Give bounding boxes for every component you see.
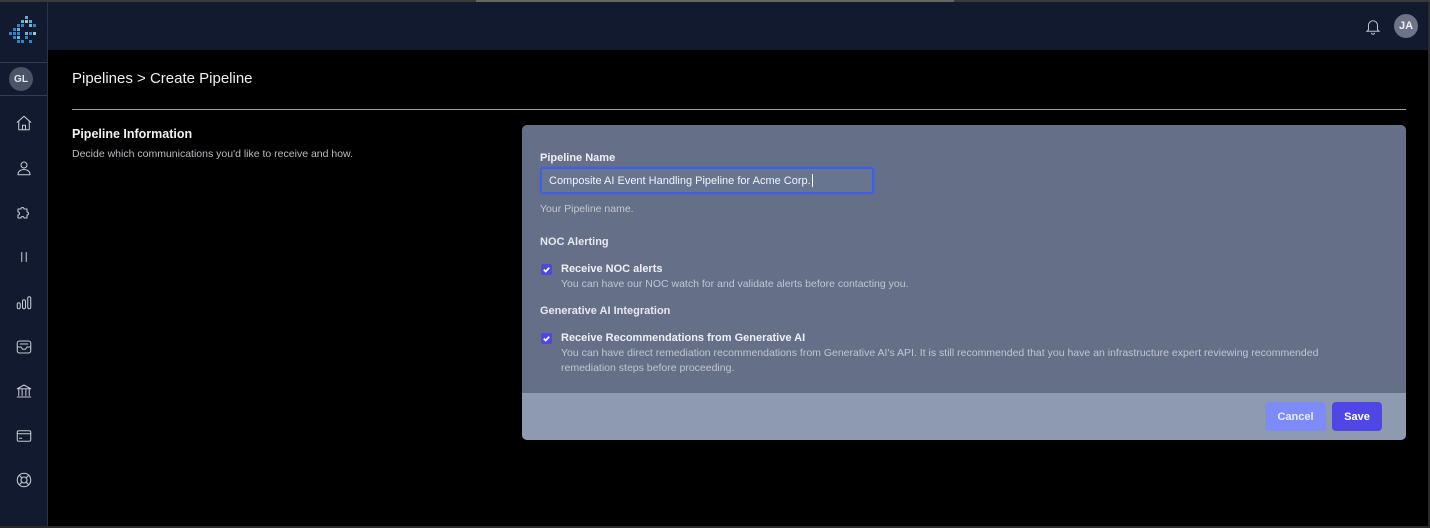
sidebar-item-support[interactable] xyxy=(12,468,36,492)
cancel-button[interactable]: Cancel xyxy=(1265,402,1326,431)
sidebar-item-inbox[interactable] xyxy=(12,335,36,359)
credit-card-icon xyxy=(16,430,32,442)
noc-alerting-heading: NOC Alerting xyxy=(540,236,609,248)
sidebar-item-integrations[interactable] xyxy=(12,200,36,224)
pipeline-name-input[interactable]: Composite AI Event Handling Pipeline for… xyxy=(540,167,874,194)
pipeline-name-value: Composite AI Event Handling Pipeline for… xyxy=(549,174,811,187)
lifebuoy-icon xyxy=(16,472,32,488)
noc-alerts-checkbox[interactable] xyxy=(541,264,552,275)
bank-icon xyxy=(16,384,32,398)
breadcrumb: Pipelines > Create Pipeline xyxy=(72,70,253,87)
org-avatar[interactable]: GL xyxy=(9,67,33,91)
genai-description-line1: You can have direct remediation recommen… xyxy=(561,347,1319,359)
puzzle-icon xyxy=(17,207,29,219)
bell-icon xyxy=(1365,20,1381,35)
checkmark-icon xyxy=(543,336,550,342)
genai-recommendations-label[interactable]: Receive Recommendations from Generative … xyxy=(561,332,805,344)
checkmark-icon xyxy=(543,267,550,273)
top-bar: JA xyxy=(48,2,1430,50)
user-avatar[interactable]: JA xyxy=(1394,14,1418,38)
pause-bars-icon xyxy=(21,251,27,263)
sidebar-divider xyxy=(0,62,47,63)
genai-description-line2: remediation steps before proceeding. xyxy=(561,362,735,374)
bar-chart-icon xyxy=(16,296,32,310)
noc-alerts-label[interactable]: Receive NOC alerts xyxy=(561,263,663,275)
section-description: Decide which communications you'd like t… xyxy=(72,148,353,160)
inbox-icon xyxy=(16,340,32,354)
sidebar-item-analytics[interactable] xyxy=(12,290,36,314)
window-tab-highlight xyxy=(476,0,954,2)
form-body: Pipeline Name Composite AI Event Handlin… xyxy=(522,125,1406,393)
notifications-button[interactable] xyxy=(1364,17,1382,35)
pipeline-name-hint: Your Pipeline name. xyxy=(540,203,634,215)
sidebar-item-home[interactable] xyxy=(12,111,36,135)
pipeline-name-label: Pipeline Name xyxy=(540,152,616,164)
pixel-logo-icon[interactable] xyxy=(7,14,41,48)
pipeline-form-card: Pipeline Name Composite AI Event Handlin… xyxy=(522,125,1406,440)
sidebar-item-users[interactable] xyxy=(12,156,36,180)
sidebar: GL xyxy=(0,0,48,528)
sidebar-divider xyxy=(0,95,47,96)
window-top-edge xyxy=(0,0,1430,2)
section-title: Pipeline Information xyxy=(72,127,193,141)
genai-recommendations-checkbox[interactable] xyxy=(541,333,552,344)
save-button[interactable]: Save xyxy=(1332,402,1382,431)
text-caret xyxy=(811,174,813,187)
home-icon xyxy=(16,115,32,131)
header-divider xyxy=(72,109,1406,110)
sidebar-item-pipelines[interactable] xyxy=(12,245,36,269)
user-icon xyxy=(17,161,31,176)
noc-alerts-description: You can have our NOC watch for and valid… xyxy=(561,278,909,290)
sidebar-item-institution[interactable] xyxy=(12,379,36,403)
sidebar-item-payments[interactable] xyxy=(12,424,36,448)
form-footer: Cancel Save xyxy=(522,393,1406,440)
genai-heading: Generative AI Integration xyxy=(540,305,671,317)
